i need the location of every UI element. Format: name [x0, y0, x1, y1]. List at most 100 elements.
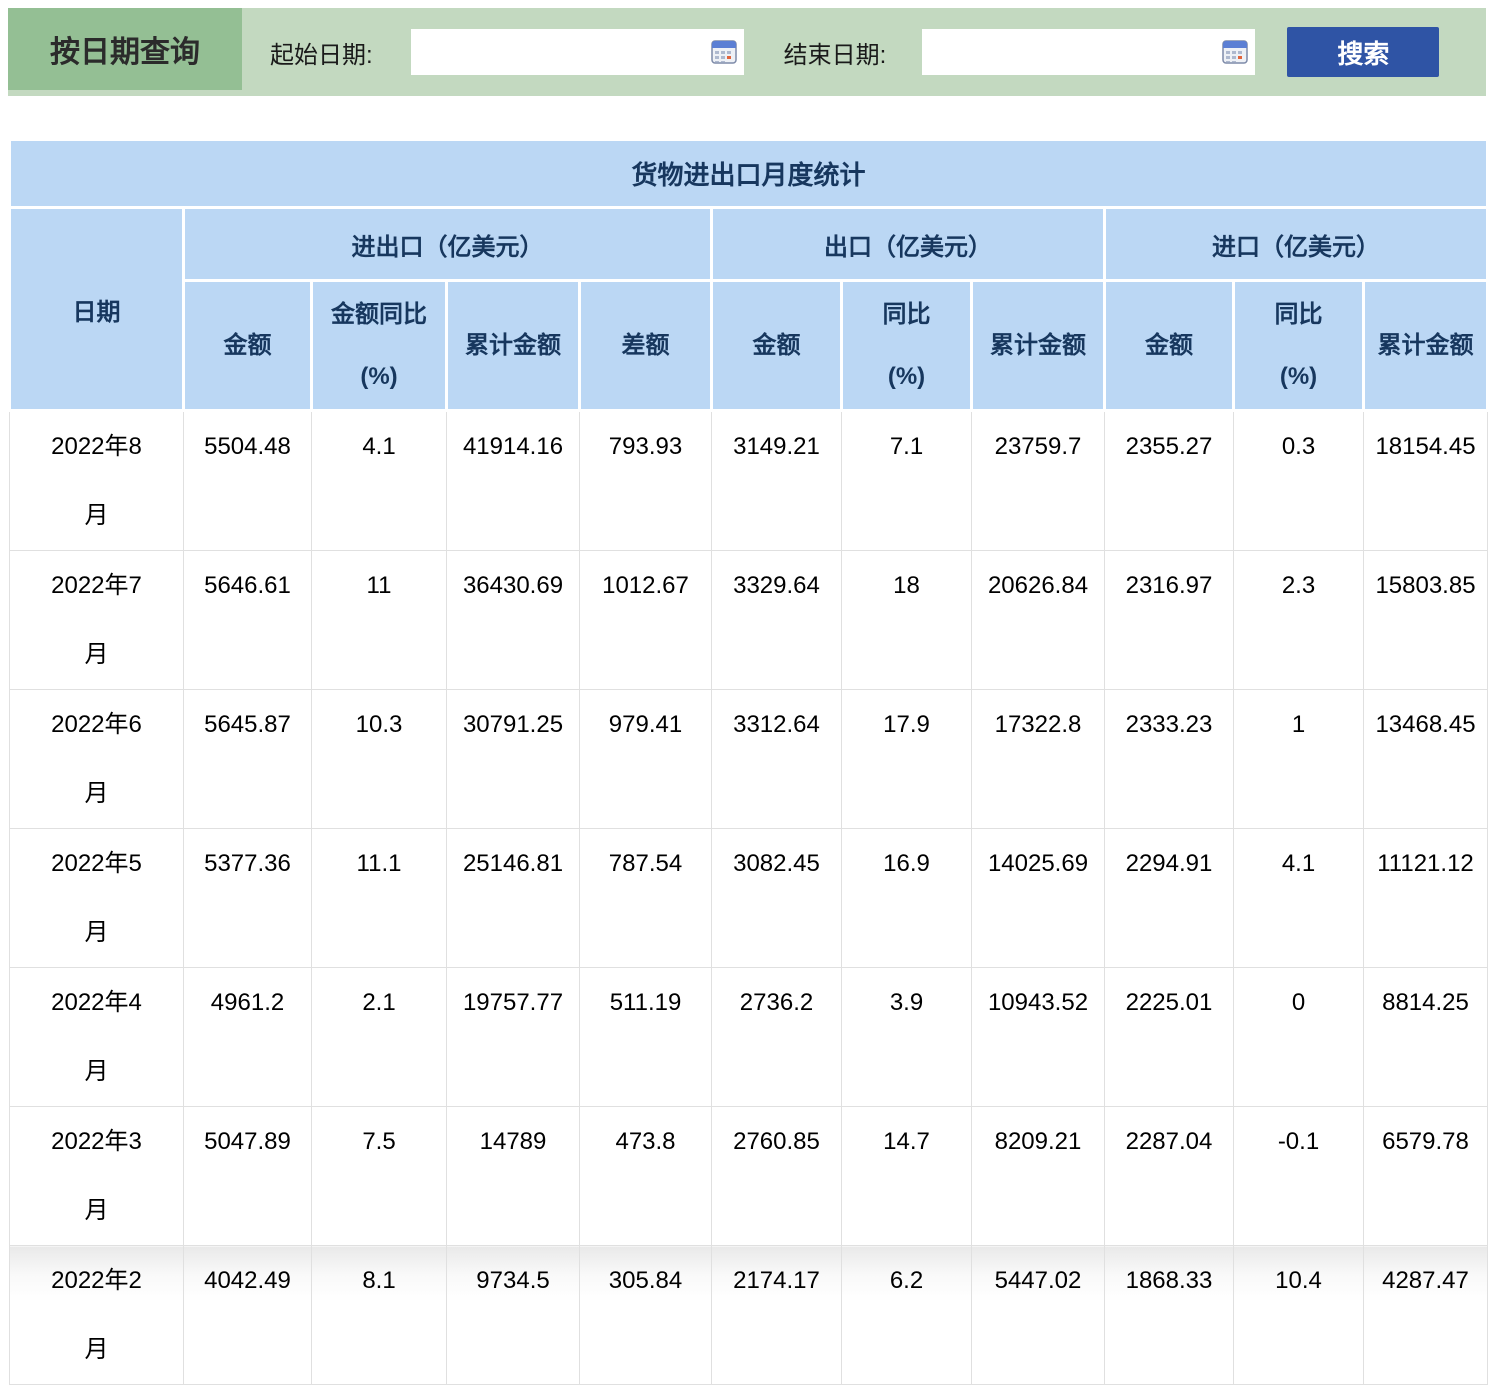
query-panel-title-text: 按日期查询 [50, 27, 200, 71]
calendar-icon[interactable] [711, 39, 737, 65]
row-value-cell: 787.54 [580, 829, 712, 968]
row-value-cell: 7.5 [312, 1107, 447, 1246]
table-row: 2022年2 月4042.498.19734.5305.842174.176.2… [10, 1246, 1488, 1385]
row-date-cell: 2022年2 月 [10, 1246, 184, 1385]
column-header-date: 日期 [10, 208, 184, 411]
column-header-import-amount: 金额 [1105, 281, 1234, 411]
row-value-cell: 5377.36 [184, 829, 312, 968]
search-button[interactable]: 搜索 [1287, 27, 1439, 77]
row-value-cell: 2333.23 [1105, 690, 1234, 829]
start-date-input[interactable] [411, 29, 744, 75]
row-value-cell: 11.1 [312, 829, 447, 968]
table-row: 2022年8 月5504.484.141914.16793.933149.217… [10, 411, 1488, 551]
row-value-cell: 5504.48 [184, 411, 312, 551]
row-value-cell: 2355.27 [1105, 411, 1234, 551]
row-value-cell: 13468.45 [1364, 690, 1488, 829]
calendar-icon[interactable] [1222, 39, 1248, 65]
row-value-cell: 20626.84 [972, 551, 1105, 690]
row-value-cell: 2.3 [1234, 551, 1364, 690]
query-panel-title: 按日期查询 [8, 8, 242, 90]
date-query-bar: 按日期查询 起始日期: 结束日期: [8, 8, 1486, 96]
row-value-cell: 5047.89 [184, 1107, 312, 1246]
row-value-cell: 979.41 [580, 690, 712, 829]
row-value-cell: 473.8 [580, 1107, 712, 1246]
row-value-cell: 5646.61 [184, 551, 312, 690]
row-value-cell: 23759.7 [972, 411, 1105, 551]
column-group-export: 出口（亿美元） [712, 208, 1105, 281]
row-value-cell: -0.1 [1234, 1107, 1364, 1246]
row-value-cell: 3149.21 [712, 411, 842, 551]
column-header-total-cumulative: 累计金额 [447, 281, 580, 411]
row-value-cell: 4287.47 [1364, 1246, 1488, 1385]
row-value-cell: 4042.49 [184, 1246, 312, 1385]
row-value-cell: 10943.52 [972, 968, 1105, 1107]
row-value-cell: 2225.01 [1105, 968, 1234, 1107]
row-date-cell: 2022年3 月 [10, 1107, 184, 1246]
row-value-cell: 5447.02 [972, 1246, 1105, 1385]
table-title: 货物进出口月度统计 [10, 140, 1488, 208]
row-value-cell: 6.2 [842, 1246, 972, 1385]
row-value-cell: 4.1 [1234, 829, 1364, 968]
row-value-cell: 2294.91 [1105, 829, 1234, 968]
row-value-cell: 4.1 [312, 411, 447, 551]
row-value-cell: 30791.25 [447, 690, 580, 829]
table-row: 2022年3 月5047.897.514789473.82760.8514.78… [10, 1107, 1488, 1246]
table-row: 2022年4 月4961.22.119757.77511.192736.23.9… [10, 968, 1488, 1107]
row-value-cell: 8.1 [312, 1246, 447, 1385]
row-value-cell: 4961.2 [184, 968, 312, 1107]
row-value-cell: 41914.16 [447, 411, 580, 551]
table-row: 2022年6 月5645.8710.330791.25979.413312.64… [10, 690, 1488, 829]
row-value-cell: 1868.33 [1105, 1246, 1234, 1385]
row-date-cell: 2022年6 月 [10, 690, 184, 829]
row-value-cell: 25146.81 [447, 829, 580, 968]
row-value-cell: 7.1 [842, 411, 972, 551]
row-date-cell: 2022年7 月 [10, 551, 184, 690]
end-date-field [922, 29, 1255, 75]
row-value-cell: 8814.25 [1364, 968, 1488, 1107]
column-header-import-cumulative: 累计金额 [1364, 281, 1488, 411]
row-value-cell: 3312.64 [712, 690, 842, 829]
row-value-cell: 3329.64 [712, 551, 842, 690]
row-value-cell: 18154.45 [1364, 411, 1488, 551]
column-header-export-amount: 金额 [712, 281, 842, 411]
row-value-cell: 793.93 [580, 411, 712, 551]
column-group-import: 进口（亿美元） [1105, 208, 1488, 281]
row-value-cell: 18 [842, 551, 972, 690]
row-value-cell: 3.9 [842, 968, 972, 1107]
row-value-cell: 17322.8 [972, 690, 1105, 829]
row-value-cell: 511.19 [580, 968, 712, 1107]
column-header-balance: 差额 [580, 281, 712, 411]
table-body: 2022年8 月5504.484.141914.16793.933149.217… [10, 411, 1488, 1385]
start-date-label: 起始日期: [270, 35, 373, 70]
row-value-cell: 14.7 [842, 1107, 972, 1246]
end-date-input[interactable] [922, 29, 1255, 75]
row-value-cell: 11121.12 [1364, 829, 1488, 968]
row-date-cell: 2022年5 月 [10, 829, 184, 968]
row-value-cell: 2287.04 [1105, 1107, 1234, 1246]
row-value-cell: 36430.69 [447, 551, 580, 690]
row-value-cell: 19757.77 [447, 968, 580, 1107]
row-value-cell: 9734.5 [447, 1246, 580, 1385]
column-header-total-amount-yoy: 金额同比 (%) [312, 281, 447, 411]
row-value-cell: 3082.45 [712, 829, 842, 968]
row-date-cell: 2022年4 月 [10, 968, 184, 1107]
end-date-label: 结束日期: [784, 35, 887, 70]
start-date-field [411, 29, 744, 75]
table-row: 2022年7 月5646.611136430.691012.673329.641… [10, 551, 1488, 690]
row-value-cell: 15803.85 [1364, 551, 1488, 690]
row-value-cell: 2316.97 [1105, 551, 1234, 690]
column-header-total-amount: 金额 [184, 281, 312, 411]
row-value-cell: 17.9 [842, 690, 972, 829]
row-value-cell: 305.84 [580, 1246, 712, 1385]
column-header-export-yoy: 同比 (%) [842, 281, 972, 411]
row-date-cell: 2022年8 月 [10, 411, 184, 551]
column-group-import-export: 进出口（亿美元） [184, 208, 712, 281]
row-value-cell: 10.4 [1234, 1246, 1364, 1385]
row-value-cell: 8209.21 [972, 1107, 1105, 1246]
row-value-cell: 2174.17 [712, 1246, 842, 1385]
column-header-export-cumulative: 累计金额 [972, 281, 1105, 411]
column-header-import-yoy: 同比 (%) [1234, 281, 1364, 411]
row-value-cell: 5645.87 [184, 690, 312, 829]
row-value-cell: 2736.2 [712, 968, 842, 1107]
row-value-cell: 1 [1234, 690, 1364, 829]
